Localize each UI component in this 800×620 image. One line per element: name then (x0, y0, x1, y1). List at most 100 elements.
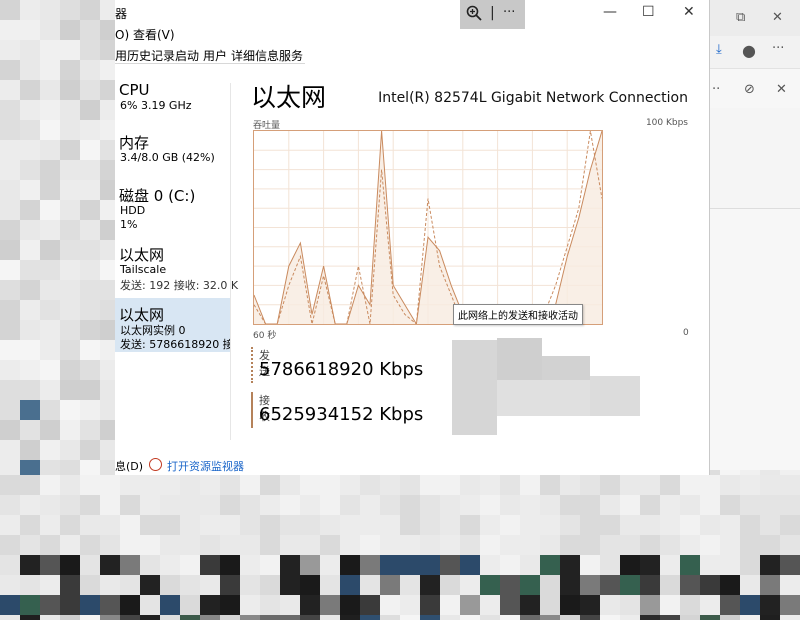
mosaic-tile (120, 575, 140, 595)
mosaic-tile (740, 555, 760, 575)
mosaic-tile (260, 515, 280, 535)
mosaic-tile (640, 515, 660, 535)
tab-users[interactable]: 用户 (203, 47, 227, 64)
tab-app-history[interactable]: 用历史记录 (115, 47, 175, 64)
mosaic-tile (780, 595, 800, 615)
mosaic-tile (440, 535, 460, 555)
mosaic-tile (20, 535, 40, 555)
mosaic-tile (80, 515, 100, 535)
mosaic-tile (740, 475, 760, 495)
mosaic-tile (60, 475, 80, 495)
mosaic-tile (380, 555, 400, 575)
mosaic-tile (480, 555, 500, 575)
mosaic-tile (220, 515, 240, 535)
mosaic-tile (720, 535, 740, 555)
resource-monitor-icon (149, 458, 162, 471)
close-icon[interactable]: ✕ (772, 10, 783, 25)
zoom-in-icon[interactable] (466, 5, 482, 25)
mosaic-tile (640, 575, 660, 595)
sidebar-item-ethernet-selected[interactable]: 以太网 以太网实例 0 发送: 5786618920 接收 (115, 298, 230, 352)
mosaic-tile (540, 475, 560, 495)
mosaic-tile (580, 515, 600, 535)
sidebar-item-name: 以太网 (119, 246, 165, 264)
mosaic-tile (80, 475, 100, 495)
mosaic-tile (520, 595, 540, 615)
sidebar-item-detail: 发送: 5786618920 接收 (120, 338, 230, 351)
maximize-button[interactable]: ☐ (642, 4, 655, 20)
mosaic-tile (440, 495, 460, 515)
tab-details[interactable]: 详细信息 (231, 47, 279, 64)
mosaic-tile (760, 475, 780, 495)
mosaic-tile (480, 515, 500, 535)
mosaic-tile (620, 595, 640, 615)
mosaic-tile (500, 495, 520, 515)
mosaic-tile (0, 515, 20, 535)
mosaic-tile (620, 535, 640, 555)
mosaic-tile (160, 475, 180, 495)
mosaic-tile (380, 595, 400, 615)
mosaic-tile (560, 515, 580, 535)
mosaic-tile (60, 575, 80, 595)
tab-startup[interactable]: 启动 (175, 47, 199, 64)
mosaic-tile (420, 595, 440, 615)
mosaic-tile (160, 575, 180, 595)
close-button[interactable]: ✕ (683, 4, 695, 20)
restore-icon[interactable]: ⧉ (736, 10, 745, 25)
mosaic-tile (540, 495, 560, 515)
more-icon[interactable]: ·· (712, 82, 720, 97)
mosaic-tile (340, 515, 360, 535)
mosaic-tile (60, 515, 80, 535)
more-icon[interactable]: ··· (772, 41, 784, 56)
more-options-button[interactable]: ··· (503, 5, 515, 20)
mosaic-tile (720, 515, 740, 535)
mosaic-tile (700, 555, 720, 575)
mosaic-tile (220, 495, 240, 515)
mosaic-tile (760, 515, 780, 535)
fewer-details-link[interactable]: 息(D) (115, 458, 143, 474)
mosaic-tile (500, 595, 520, 615)
sidebar-item-ethernet-tailscale[interactable]: 以太网 Tailscale 发送: 192 接收: 32.0 K (115, 242, 238, 292)
sidebar-item-disk[interactable]: 磁盘 0 (C:) HDD 1% (115, 182, 230, 232)
menu-bar[interactable]: O) 查看(V) (115, 26, 175, 44)
mosaic-tile (80, 535, 100, 555)
mosaic-tile (200, 515, 220, 535)
mosaic-tile (260, 475, 280, 495)
mosaic-tile (640, 535, 660, 555)
mosaic-tile (20, 595, 40, 615)
mosaic-tile (420, 475, 440, 495)
mosaic-tile (140, 495, 160, 515)
mosaic-tile (600, 575, 620, 595)
tab-services[interactable]: 服务 (279, 47, 303, 64)
mosaic-tile (520, 555, 540, 575)
mosaic-tile (240, 495, 260, 515)
mosaic-tile (700, 495, 720, 515)
sidebar-item-cpu[interactable]: CPU 6% 3.19 GHz (115, 78, 230, 118)
sidebar-item-memory[interactable]: 内存 3.4/8.0 GB (42%) (115, 128, 230, 168)
mosaic-tile (40, 535, 60, 555)
mosaic-tile (120, 495, 140, 515)
close-icon[interactable]: ✕ (776, 82, 787, 97)
mosaic-tile (320, 475, 340, 495)
minimize-button[interactable]: — (603, 4, 617, 20)
mosaic-tile (120, 555, 140, 575)
mosaic-tile (580, 475, 600, 495)
mosaic-tile (280, 515, 300, 535)
mosaic-tile (100, 575, 120, 595)
avatar[interactable]: ● (742, 41, 756, 60)
mosaic-tile (620, 475, 640, 495)
sidebar-item-name: 内存 (119, 134, 150, 152)
mosaic-tile (580, 535, 600, 555)
open-resource-monitor-link[interactable]: 打开资源监视器 (167, 458, 244, 474)
unpin-icon[interactable]: ⊘ (744, 82, 755, 97)
mosaic-tile (20, 555, 40, 575)
mosaic-tile (300, 595, 320, 615)
mosaic-tile (480, 595, 500, 615)
browser-toolbar: ⤓ ● ··· (710, 36, 800, 69)
mosaic-tile (380, 575, 400, 595)
mosaic-tile (60, 495, 80, 515)
mosaic-tile (540, 575, 560, 595)
mosaic-tile (780, 495, 800, 515)
download-icon[interactable]: ⤓ (716, 42, 722, 57)
mosaic-tile (160, 595, 180, 615)
mosaic-tile (460, 575, 480, 595)
